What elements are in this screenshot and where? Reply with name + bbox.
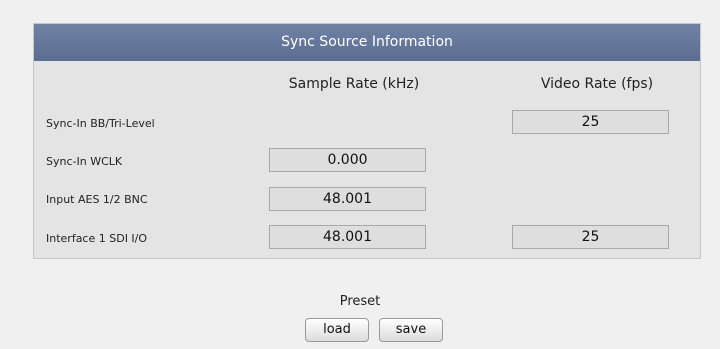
save-button[interactable]: save	[379, 318, 443, 342]
row-label-interface-1-sdi: Interface 1 SDI I/O	[46, 232, 148, 245]
preset-label: Preset	[339, 294, 381, 309]
row-label-sync-in-wclk: Sync-In WCLK	[46, 155, 123, 168]
panel-title: Sync Source Information	[34, 24, 700, 61]
row-label-input-aes: Input AES 1/2 BNC	[46, 193, 148, 206]
video-rate-header: Video Rate (fps)	[540, 76, 654, 92]
row-label-sync-in-bb: Sync-In BB/Tri-Level	[46, 117, 155, 130]
sample-rate-interface-1-sdi: 48.001	[269, 225, 426, 249]
video-rate-sync-in-bb: 25	[512, 110, 669, 134]
sample-rate-header: Sample Rate (kHz)	[288, 76, 420, 92]
video-rate-interface-1-sdi: 25	[512, 225, 669, 249]
sample-rate-input-aes: 48.001	[269, 187, 426, 211]
sample-rate-sync-in-wclk: 0.000	[269, 148, 426, 172]
load-button[interactable]: load	[305, 318, 369, 342]
sync-source-panel: Sync Source Information Sample Rate (kHz…	[33, 23, 701, 259]
